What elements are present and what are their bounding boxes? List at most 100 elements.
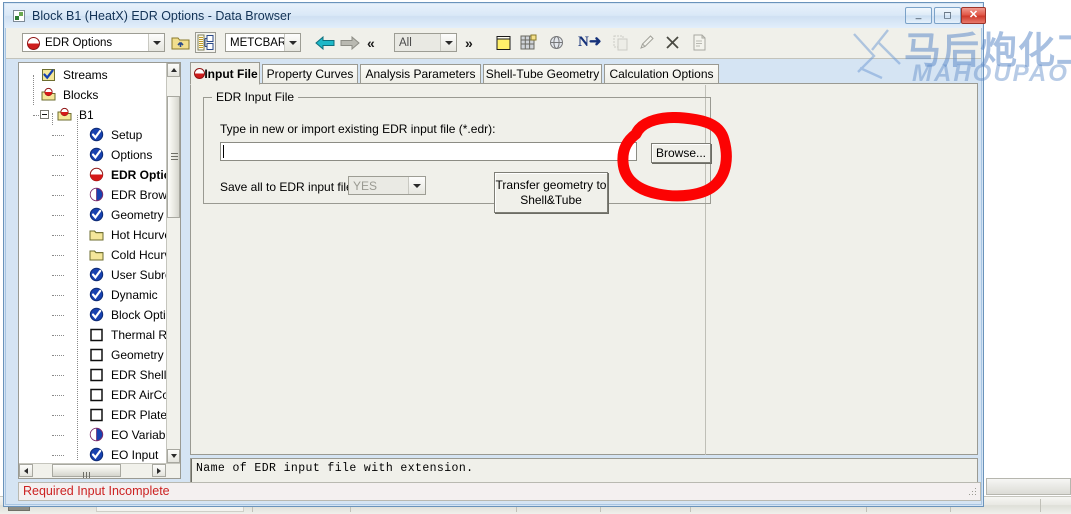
tree-hscrollbar-thumb[interactable] (52, 464, 121, 478)
tree-item-block-options[interactable]: Block Options (19, 305, 167, 325)
tree-item-geometry[interactable]: Geometry (19, 345, 167, 365)
content-area: Input File Property Curves Analysis Parame… (190, 62, 981, 500)
tree-expander-collapse[interactable] (40, 110, 49, 119)
tree-trunk (52, 113, 54, 125)
edr-file-input[interactable] (220, 142, 637, 161)
scroll-right-button[interactable] (152, 464, 166, 477)
tree-trunk (33, 75, 35, 105)
data-browser-window: Block B1 (HeatX) EDR Options - Data Brow… (3, 2, 986, 507)
minimize-icon: _ (915, 9, 922, 20)
arrow-left-icon[interactable] (314, 35, 336, 51)
tab-label: Shell-Tube Geometry (485, 67, 600, 81)
grid-icon[interactable] (519, 33, 538, 52)
tab-calculation-options[interactable]: Calculation Options (604, 64, 719, 83)
tree-item-setup[interactable]: Setup (19, 125, 167, 145)
input-file-panel: EDR Input File Type in new or import exi… (190, 83, 978, 455)
tab-analysis-parameters[interactable]: Analysis Parameters (360, 64, 481, 83)
form-selector-combo[interactable]: EDR Options (22, 33, 165, 52)
filter-value: All (399, 36, 412, 49)
save-all-combo[interactable]: YES (348, 176, 426, 195)
tree-item-edr-shell-tube[interactable]: EDR Shell&Tube (19, 365, 167, 385)
tree-item-label: EDR Shell&Tube (111, 368, 167, 382)
window-title-bar[interactable]: Block B1 (HeatX) EDR Options - Data Brow… (5, 4, 986, 28)
red-half-icon (89, 167, 104, 182)
tree-connector (52, 435, 64, 437)
scroll-down-button[interactable] (167, 449, 180, 463)
blue-check-icon (89, 207, 104, 222)
next-input-button[interactable]: N➜ (578, 32, 602, 51)
block-folder-icon (57, 107, 72, 122)
tree-item-eo-variables[interactable]: EO Variables (19, 425, 167, 445)
tab-shell-tube-geometry[interactable]: Shell-Tube Geometry (483, 64, 602, 83)
units-combo[interactable]: METCBAR (225, 33, 301, 52)
tree-item-hot-hcurves[interactable]: Hot Hcurves (19, 225, 167, 245)
tree-item-edr-aircooled[interactable]: EDR AirCooled (19, 385, 167, 405)
units-value: METCBAR (230, 36, 284, 49)
tree-item-cold-hcurves[interactable]: Cold Hcurves (19, 245, 167, 265)
tree-item-options[interactable]: Options (19, 145, 167, 165)
note-icon[interactable] (494, 33, 513, 52)
tree-connector (52, 455, 64, 457)
window-title: Block B1 (HeatX) EDR Options - Data Brow… (32, 9, 292, 23)
transfer-geometry-button[interactable]: Transfer geometry to Shell&Tube (494, 172, 608, 213)
app-icon (13, 10, 25, 22)
tree-connector (52, 295, 64, 297)
tree-connector (52, 235, 64, 237)
tab-property-curves[interactable]: Property Curves (262, 64, 358, 83)
folder-up-icon[interactable] (170, 32, 191, 53)
tree-horizontal-scrollbar[interactable] (19, 463, 180, 478)
tree-item-label: EDR AirCooled (111, 388, 167, 402)
tree-item-thermal-results[interactable]: Thermal Results (19, 325, 167, 345)
tree-connector (52, 375, 64, 377)
tree-item-edr-plate[interactable]: EDR Plate (19, 405, 167, 425)
tree-item-edr-browser[interactable]: EDR Browser (19, 185, 167, 205)
report-icon (690, 33, 709, 52)
tree-vertical-scrollbar[interactable] (166, 63, 180, 463)
navigation-tree-list[interactable]: Streams Blocks B1 Setup Options EDR Options ED… (19, 63, 167, 463)
tree-trunk (77, 115, 79, 460)
tab-label: Input File (204, 66, 258, 81)
previous-chevrons-button[interactable]: « (367, 35, 375, 51)
tab-label: Calculation Options (609, 67, 714, 81)
tree-item-eo-input[interactable]: EO Input (19, 445, 167, 463)
tree-item-blocks[interactable]: Blocks (19, 85, 167, 105)
scroll-up-button[interactable] (167, 63, 180, 77)
tree-connector (52, 255, 64, 257)
tree-connector (52, 395, 64, 397)
browse-button[interactable]: Browse... (651, 143, 711, 163)
globe-icon[interactable] (547, 33, 566, 52)
blue-check-icon (89, 147, 104, 162)
scroll-left-button[interactable] (19, 464, 33, 477)
tree-item-user-subroutine[interactable]: User Subroutine (19, 265, 167, 285)
next-chevrons-button[interactable]: » (465, 35, 473, 51)
split-view-icon[interactable] (195, 32, 216, 53)
tree-item-label: User Subroutine (111, 268, 167, 282)
save-all-value: YES (353, 178, 378, 193)
tree-connector (52, 415, 64, 417)
file-input-label: Type in new or import existing EDR input… (220, 122, 496, 136)
tree-item-label: Block Options (111, 308, 167, 322)
chevron-down-icon[interactable] (440, 34, 456, 51)
tree-item-label: Setup (111, 128, 143, 142)
tree-item-edr-options[interactable]: EDR Options (19, 165, 167, 185)
chevron-down-icon[interactable] (408, 177, 425, 194)
x-icon (663, 33, 682, 52)
resize-grip-icon[interactable] (969, 488, 977, 496)
tree-item-streams[interactable]: Streams (19, 65, 167, 85)
minimize-button[interactable]: _ (905, 7, 932, 24)
chevron-down-icon[interactable] (148, 34, 164, 51)
tree-item-geometry[interactable]: Geometry (19, 205, 167, 225)
empty-box-icon (89, 347, 104, 362)
tree-item-label: Dynamic (111, 288, 158, 302)
copy-icon (611, 33, 630, 52)
tab-input-file[interactable]: Input File (190, 62, 260, 85)
filter-combo[interactable]: All (394, 33, 457, 52)
tree-scrollbar-thumb[interactable] (167, 96, 180, 218)
tree-item-b1[interactable]: B1 (19, 105, 167, 125)
empty-box-icon (89, 387, 104, 402)
close-button[interactable]: ✕ (961, 7, 986, 24)
chevron-down-icon[interactable] (284, 34, 300, 51)
maximize-button[interactable]: ◻ (934, 7, 961, 24)
navigation-tree-panel[interactable]: Streams Blocks B1 Setup Options EDR Options ED… (18, 62, 181, 479)
tree-item-dynamic[interactable]: Dynamic (19, 285, 167, 305)
